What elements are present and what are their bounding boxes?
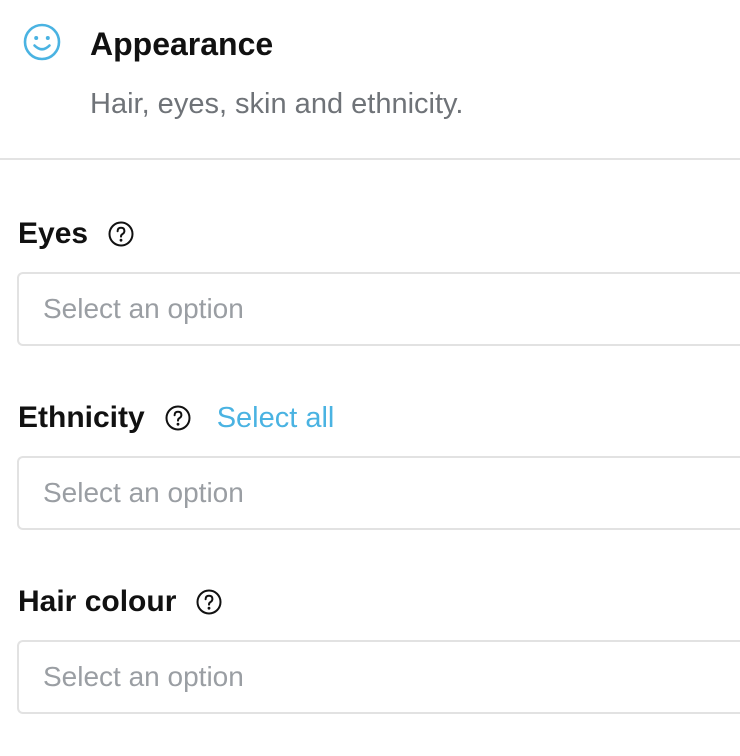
hair-colour-label-row: Hair colour xyxy=(18,580,222,624)
appearance-panel: Appearance Hair, eyes, skin and ethnicit… xyxy=(0,0,740,756)
ethnicity-select[interactable]: Select an option xyxy=(17,456,740,530)
section-subtitle: Hair, eyes, skin and ethnicity. xyxy=(90,88,464,120)
hair-colour-select[interactable]: Select an option xyxy=(17,640,740,714)
hair-colour-select-placeholder: Select an option xyxy=(43,661,244,692)
question-circle-icon[interactable] xyxy=(196,589,222,615)
section-header: Appearance Hair, eyes, skin and ethnicit… xyxy=(0,0,740,160)
question-circle-icon[interactable] xyxy=(165,405,191,431)
eyes-label-row: Eyes xyxy=(18,212,134,256)
eyes-select-placeholder: Select an option xyxy=(43,293,244,324)
question-circle-icon[interactable] xyxy=(108,221,134,247)
ethnicity-select-all-link[interactable]: Select all xyxy=(217,396,335,440)
section-title: Appearance xyxy=(90,26,274,62)
smiley-face-icon xyxy=(23,23,61,61)
ethnicity-label: Ethnicity xyxy=(18,401,145,434)
ethnicity-label-row: Ethnicity Select all xyxy=(18,396,334,440)
eyes-select[interactable]: Select an option xyxy=(17,272,740,346)
eyes-label: Eyes xyxy=(18,217,89,250)
hair-colour-label: Hair colour xyxy=(18,585,177,618)
ethnicity-select-placeholder: Select an option xyxy=(43,477,244,508)
